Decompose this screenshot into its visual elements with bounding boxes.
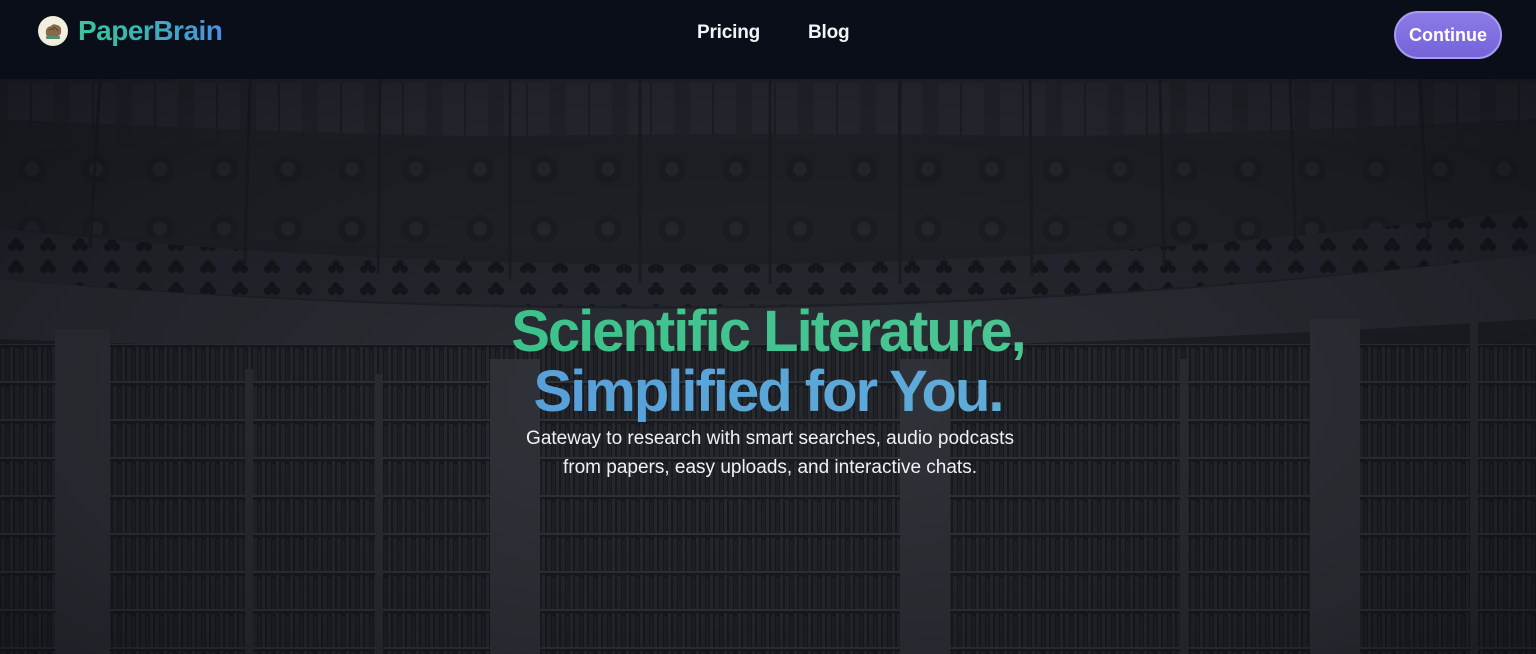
nav-link-blog[interactable]: Blog	[808, 22, 850, 44]
brand-logo[interactable]: PaperBrain	[38, 15, 223, 47]
hero-subtitle: Gateway to research with smart searches,…	[526, 428, 1014, 478]
top-navbar: PaperBrain Pricing Blog Continue	[0, 0, 1536, 79]
hero-headline-line2: Simplified for You.	[0, 362, 1536, 422]
nav-link-pricing[interactable]: Pricing	[697, 22, 760, 44]
brain-icon	[38, 16, 68, 46]
brand-name: PaperBrain	[78, 15, 223, 46]
main-nav: Pricing Blog	[697, 22, 850, 44]
continue-button[interactable]: Continue	[1394, 11, 1502, 59]
hero-headline-line1: Scientific Literature,	[0, 302, 1536, 362]
